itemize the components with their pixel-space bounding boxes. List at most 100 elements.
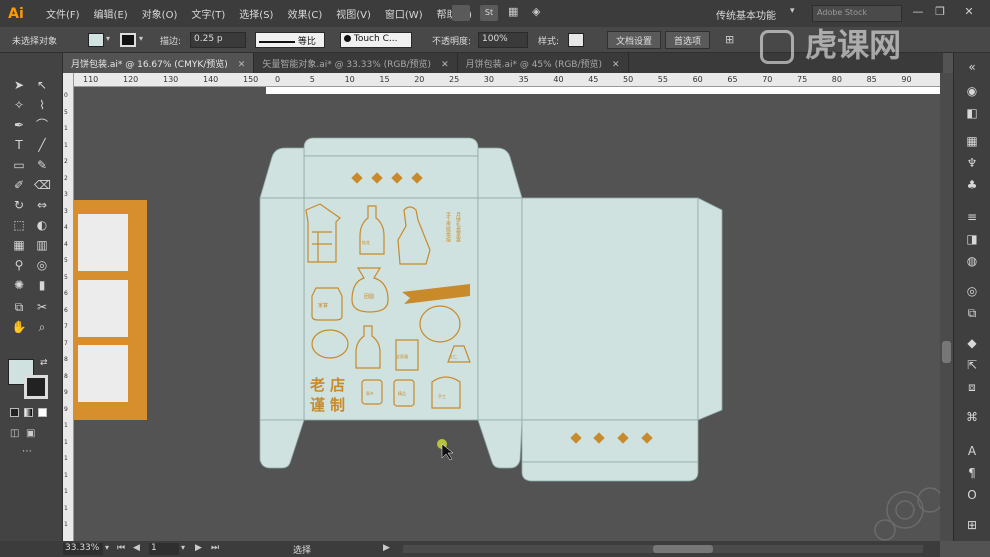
selection-tool-icon[interactable]: ➤ <box>11 77 27 93</box>
horizontal-ruler[interactable]: 110 120 130 140 150 0 5 10 15 20 25 30 35 40 45 50 55 60 6… <box>63 73 940 87</box>
paragraph-icon[interactable]: ¶ <box>964 465 980 481</box>
close-tab-icon[interactable]: ✕ <box>612 60 620 70</box>
align-panel-icon[interactable]: ⊞ <box>964 517 980 533</box>
rotate-tool-icon[interactable]: ↻ <box>11 197 27 213</box>
graphic-styles-icon[interactable]: ◎ <box>964 283 980 299</box>
shape-builder-icon[interactable]: ◐ <box>34 217 50 233</box>
hand-tool-icon[interactable]: ✋ <box>11 319 27 335</box>
artboard-tool-icon[interactable]: ⧉ <box>11 299 27 315</box>
close-tab-icon[interactable]: ✕ <box>238 60 246 70</box>
menu-type[interactable]: 文字(T) <box>191 6 225 21</box>
symbol-sprayer-icon[interactable]: ✺ <box>11 277 27 293</box>
appearance-icon[interactable]: ◍ <box>964 253 980 269</box>
menu-window[interactable]: 窗口(W) <box>385 6 423 21</box>
next-artboard-icon[interactable]: ▶ <box>195 543 202 553</box>
chevron-down-icon[interactable]: ▾ <box>181 543 185 552</box>
curvature-tool-icon[interactable]: ⌒ <box>34 117 50 133</box>
graphic-style-swatch[interactable] <box>568 33 584 47</box>
color-guide-icon[interactable]: ◉ <box>964 83 980 99</box>
brushes-icon[interactable]: ♆ <box>964 155 980 171</box>
close-tab-icon[interactable]: ✕ <box>441 60 449 70</box>
perspective-grid-icon[interactable]: ▦ <box>11 237 27 253</box>
chevron-down-icon[interactable]: ▾ <box>139 34 143 43</box>
vertical-scrollbar[interactable] <box>940 73 953 541</box>
menu-object[interactable]: 对象(O) <box>142 6 178 21</box>
minimize-icon[interactable]: — <box>910 4 926 20</box>
tab-document-1[interactable]: 月饼包装.ai* @ 16.67% (CMYK/预览) ✕ <box>63 53 255 73</box>
direct-selection-tool-icon[interactable]: ↖ <box>34 77 50 93</box>
vertical-ruler[interactable]: 0 5 1 1 2 2 3 3 4 4 5 5 6 6 7 7 8 8 9 9 1 1 1 1 1 1 1 <box>63 73 74 541</box>
close-icon[interactable]: ✕ <box>954 4 984 20</box>
document-setup-button[interactable]: 文档设置 <box>607 31 662 49</box>
stroke-icon[interactable]: ≡ <box>964 209 980 225</box>
menu-select[interactable]: 选择(S) <box>239 6 273 21</box>
tab-document-3[interactable]: 月饼包装.ai* @ 45% (RGB/预览) ✕ <box>458 53 629 73</box>
artboards-icon[interactable]: ⧈ <box>964 379 980 395</box>
line-tool-icon[interactable]: ╱ <box>34 137 50 153</box>
gradient-icon[interactable]: ◧ <box>964 105 980 121</box>
opentype-icon[interactable]: O <box>964 487 980 503</box>
eraser-icon[interactable]: ⌫ <box>34 177 51 193</box>
prev-artboard-icon[interactable]: ◀ <box>133 543 140 553</box>
last-artboard-icon[interactable]: ⏭ <box>211 543 219 553</box>
gpu-icon[interactable]: ◈ <box>532 5 548 21</box>
stroke-swatch[interactable] <box>24 375 48 399</box>
scroll-thumb[interactable] <box>653 545 713 553</box>
libraries-icon[interactable]: ⌘ <box>964 409 980 425</box>
image-trace-icon[interactable]: ⧉ <box>964 305 980 321</box>
edit-toolbar-icon[interactable]: ⋯ <box>22 446 32 457</box>
preferences-button[interactable]: 首选项 <box>665 31 711 49</box>
zoom-tool-icon[interactable]: ⌕ <box>34 319 50 335</box>
character-icon[interactable]: A <box>964 443 980 459</box>
slice-tool-icon[interactable]: ✂ <box>34 299 50 315</box>
rectangle-tool-icon[interactable]: ▭ <box>11 157 27 173</box>
magic-wand-icon[interactable]: ✧ <box>11 97 27 113</box>
tab-document-2[interactable]: 矢量智能对象.ai* @ 33.33% (RGB/预览) ✕ <box>254 53 458 73</box>
swap-colors-icon[interactable]: ⇄ <box>40 358 48 368</box>
menu-effect[interactable]: 效果(C) <box>287 6 322 21</box>
zoom-level-input[interactable]: 33.33% <box>63 543 103 555</box>
chevron-down-icon[interactable]: ▾ <box>790 6 795 16</box>
first-artboard-icon[interactable]: ⏮ <box>117 543 125 553</box>
none-mode-icon[interactable] <box>38 408 47 417</box>
pen-tool-icon[interactable]: ✒ <box>11 117 27 133</box>
fill-color-swatch[interactable] <box>88 33 104 47</box>
shaper-tool-icon[interactable]: ✐ <box>11 177 27 193</box>
status-menu-icon[interactable]: ▶ <box>383 543 390 553</box>
chevron-down-icon[interactable]: ▾ <box>106 34 110 43</box>
stroke-color-swatch[interactable] <box>120 33 136 47</box>
menu-view[interactable]: 视图(V) <box>336 6 371 21</box>
layers-icon[interactable]: ◆ <box>964 335 980 351</box>
free-transform-icon[interactable]: ⬚ <box>11 217 27 233</box>
scroll-thumb[interactable] <box>942 341 951 363</box>
brush-select[interactable]: Touch C... <box>340 32 412 48</box>
collapse-panels-icon[interactable]: « <box>964 59 980 75</box>
symbols-icon[interactable]: ♣ <box>964 177 980 193</box>
stroke-weight-input[interactable]: 0.25 p <box>190 32 246 48</box>
gradient-mode-icon[interactable] <box>24 408 33 417</box>
menu-edit[interactable]: 编辑(E) <box>94 6 128 21</box>
opacity-input[interactable]: 100% <box>478 32 528 48</box>
stock-icon[interactable]: St <box>480 5 498 21</box>
type-tool-icon[interactable]: T <box>11 137 27 153</box>
screen-mode-icon[interactable]: ▣ <box>26 428 35 439</box>
chevron-down-icon[interactable]: ▾ <box>105 543 109 552</box>
horizontal-scrollbar[interactable] <box>403 545 923 553</box>
stroke-profile-select[interactable]: 等比 <box>255 32 325 48</box>
align-icon[interactable]: ⊞ <box>725 33 734 46</box>
menu-file[interactable]: 文件(F) <box>46 6 80 21</box>
canvas[interactable]: 精选 老 店 谨 制 家宴 团圆 五仁 全家福 精品 家乡 桂花 手工 手工传统… <box>74 87 940 541</box>
maximize-icon[interactable]: ❐ <box>932 4 948 20</box>
swatches-icon[interactable]: ▦ <box>964 133 980 149</box>
mesh-tool-icon[interactable]: ▥ <box>34 237 50 253</box>
color-mode-icon[interactable] <box>10 408 19 417</box>
grid-arrange-icon[interactable]: ▦ <box>508 5 524 21</box>
graph-tool-icon[interactable]: ▮ <box>34 277 50 293</box>
export-icon[interactable]: ⇱ <box>964 357 980 373</box>
eyedropper-icon[interactable]: ⚲ <box>11 257 27 273</box>
lasso-icon[interactable]: ⌇ <box>34 97 50 113</box>
blend-tool-icon[interactable]: ◎ <box>34 257 50 273</box>
width-tool-icon[interactable]: ⇔ <box>34 197 50 213</box>
bridge-icon[interactable] <box>452 5 470 21</box>
artboard-number-input[interactable]: 1 <box>149 543 179 555</box>
